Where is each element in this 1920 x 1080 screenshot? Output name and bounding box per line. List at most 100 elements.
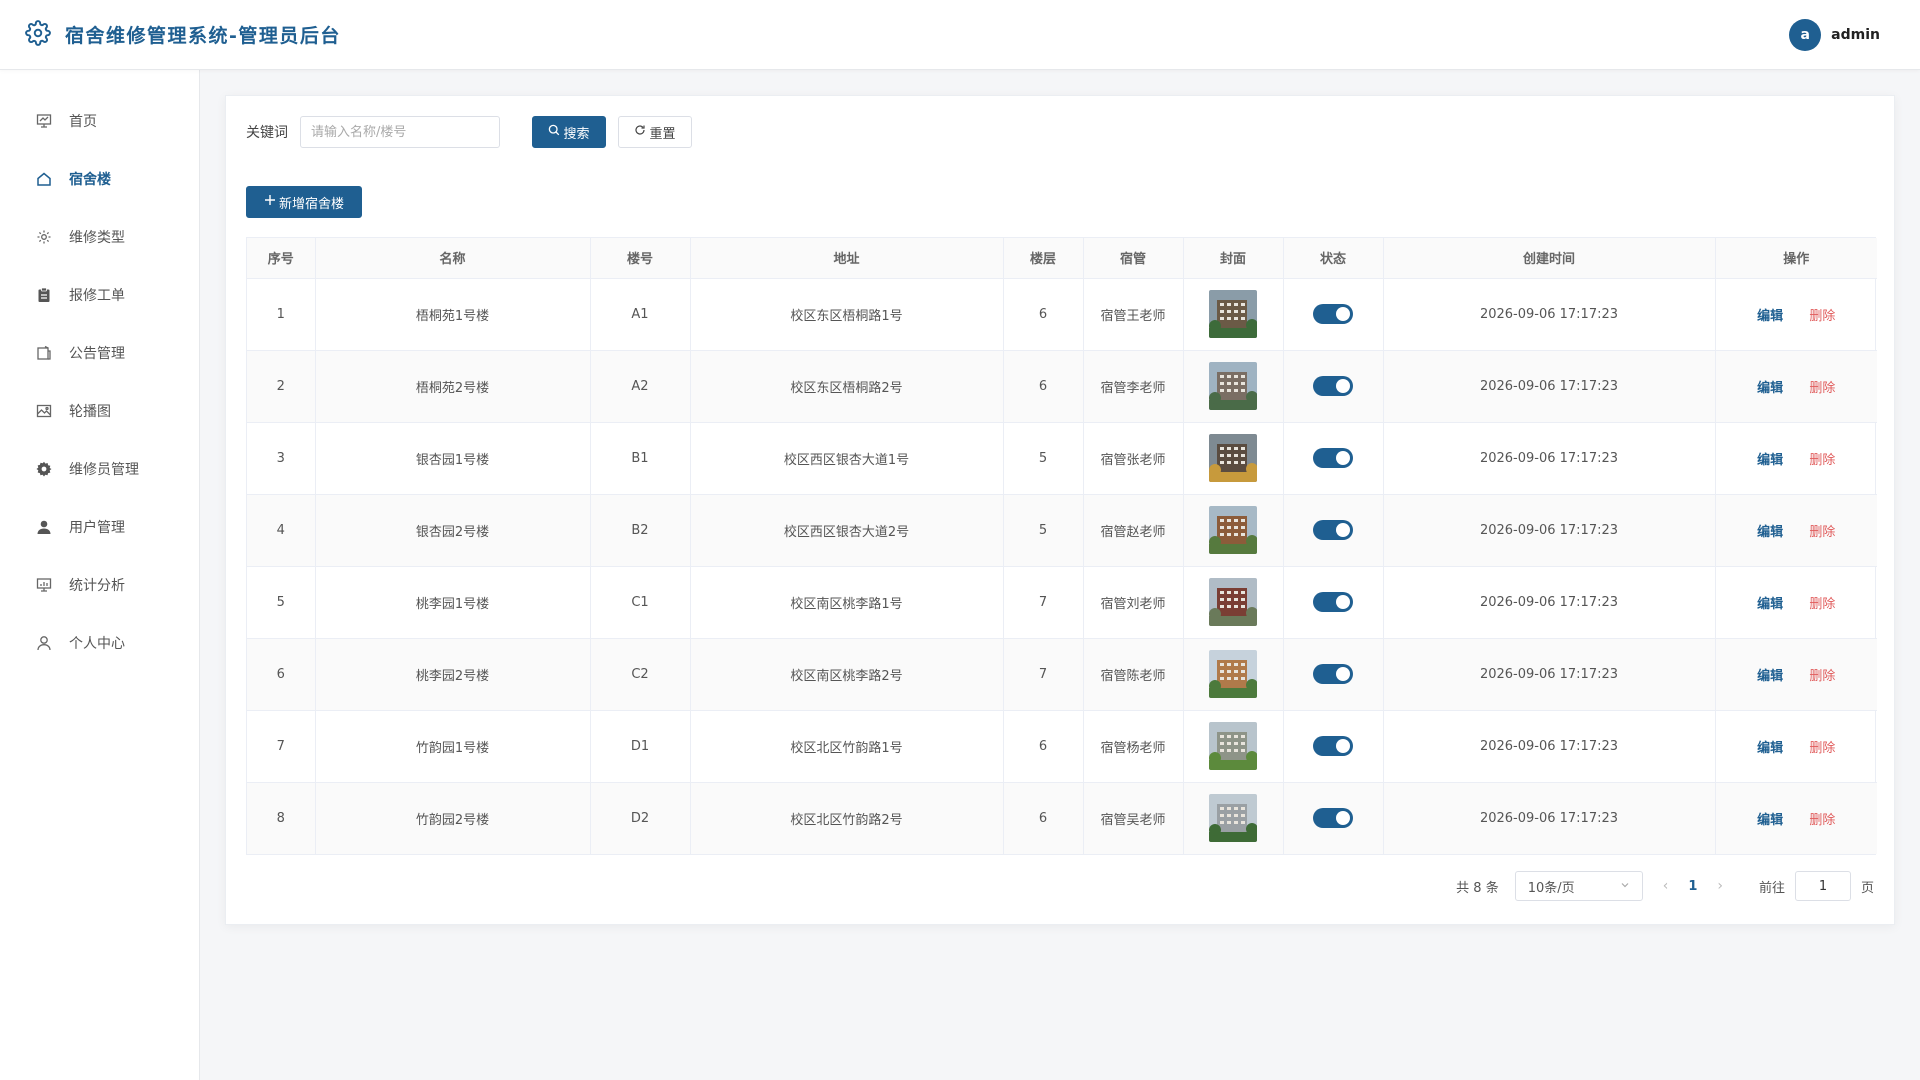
edit-button[interactable]: 编辑: [1757, 813, 1783, 828]
cell-manager: 宿管杨老师: [1083, 710, 1184, 783]
add-building-button[interactable]: 新增宿舍楼: [246, 186, 362, 218]
page-number-current[interactable]: 1: [1688, 879, 1697, 894]
status-toggle[interactable]: [1313, 664, 1353, 684]
notice-icon: [35, 344, 53, 362]
cover-thumbnail[interactable]: [1209, 794, 1257, 843]
cell-name: 梧桐苑1号楼: [315, 278, 591, 351]
table-row: 4 银杏园2号楼 B2 校区西区银杏大道2号 5 宿管赵老师 2026-09-0…: [247, 494, 1877, 567]
sidebar-item-work-orders[interactable]: 报修工单: [0, 266, 199, 324]
cell-created-time: 2026-09-06 17:17:23: [1383, 638, 1716, 711]
cell-actions: 编辑 删除: [1715, 638, 1877, 711]
search-bar: 关键词 搜索 重置: [246, 116, 692, 148]
cell-code: C2: [590, 638, 691, 711]
sidebar-item-repairman-management[interactable]: 维修员管理: [0, 440, 199, 498]
cell-status: [1283, 278, 1384, 351]
cell-floors: 5: [1003, 494, 1084, 567]
settings-icon: [35, 228, 53, 246]
status-toggle[interactable]: [1313, 592, 1353, 612]
cover-thumbnail[interactable]: [1209, 434, 1257, 482]
edit-button[interactable]: 编辑: [1757, 741, 1783, 756]
cover-thumbnail[interactable]: [1209, 578, 1257, 626]
table-row: 3 银杏园1号楼 B1 校区西区银杏大道1号 5 宿管张老师 2026-09-0…: [247, 422, 1877, 495]
cell-created-time: 2026-09-06 17:17:23: [1383, 782, 1716, 854]
cell-name: 银杏园2号楼: [315, 494, 591, 567]
cell-actions: 编辑 删除: [1715, 350, 1877, 423]
cell-created-time: 2026-09-06 17:17:23: [1383, 278, 1716, 351]
cell-floors: 6: [1003, 350, 1084, 423]
cell-index: 4: [247, 494, 316, 567]
cell-code: A1: [590, 278, 691, 351]
plus-icon: [264, 194, 276, 210]
sidebar-item-profile[interactable]: 个人中心: [0, 614, 199, 672]
prev-page-icon[interactable]: ‹: [1663, 878, 1669, 894]
user-filled-icon: [35, 518, 53, 536]
status-toggle[interactable]: [1313, 736, 1353, 756]
status-toggle[interactable]: [1313, 808, 1353, 829]
column-header: 名称: [315, 238, 591, 279]
status-toggle[interactable]: [1313, 304, 1353, 324]
cover-thumbnail[interactable]: [1209, 290, 1257, 338]
edit-button[interactable]: 编辑: [1757, 525, 1783, 540]
cell-index: 2: [247, 350, 316, 423]
cell-cover: [1183, 710, 1284, 783]
cell-manager: 宿管王老师: [1083, 278, 1184, 351]
sidebar-item-user-management[interactable]: 用户管理: [0, 498, 199, 556]
edit-button[interactable]: 编辑: [1757, 381, 1783, 396]
user-outline-icon: [35, 634, 53, 652]
cell-index: 6: [247, 638, 316, 711]
sidebar-item-home[interactable]: 首页: [0, 92, 199, 150]
edit-button[interactable]: 编辑: [1757, 453, 1783, 468]
column-header: 操作: [1715, 238, 1877, 279]
edit-button[interactable]: 编辑: [1757, 309, 1783, 324]
sidebar-item-statistics[interactable]: 统计分析: [0, 556, 199, 614]
sidebar-item-label: 用户管理: [69, 520, 125, 536]
delete-button[interactable]: 删除: [1809, 813, 1835, 828]
goto-page-input[interactable]: [1794, 871, 1851, 901]
cell-address: 校区东区梧桐路1号: [690, 278, 1004, 351]
page-size-value: 10条/页: [1527, 880, 1575, 896]
cell-code: A2: [590, 350, 691, 423]
next-page-icon[interactable]: ›: [1717, 878, 1723, 894]
delete-button[interactable]: 删除: [1809, 309, 1835, 324]
cell-cover: [1183, 350, 1284, 423]
username[interactable]: admin: [1831, 27, 1880, 43]
reset-button-label: 重置: [649, 126, 676, 142]
status-toggle[interactable]: [1313, 376, 1353, 396]
edit-button[interactable]: 编辑: [1757, 597, 1783, 612]
sidebar-item-announcements[interactable]: 公告管理: [0, 324, 199, 382]
cell-manager: 宿管赵老师: [1083, 494, 1184, 567]
status-toggle[interactable]: [1313, 520, 1353, 540]
table-row: 7 竹韵园1号楼 D1 校区北区竹韵路1号 6 宿管杨老师 2026-09-06…: [247, 710, 1877, 783]
table-row: 6 桃李园2号楼 C2 校区南区桃李路2号 7 宿管陈老师 2026-09-06…: [247, 638, 1877, 711]
cell-code: C1: [590, 566, 691, 639]
cell-index: 7: [247, 710, 316, 783]
cell-actions: 编辑 删除: [1715, 710, 1877, 783]
cell-manager: 宿管李老师: [1083, 350, 1184, 423]
status-toggle[interactable]: [1313, 448, 1353, 468]
sidebar-item-label: 公告管理: [69, 346, 125, 362]
cover-thumbnail[interactable]: [1209, 506, 1257, 554]
search-button[interactable]: 搜索: [532, 116, 606, 148]
avatar[interactable]: a: [1789, 18, 1822, 51]
delete-button[interactable]: 删除: [1809, 453, 1835, 468]
delete-button[interactable]: 删除: [1809, 381, 1835, 396]
sidebar-item-repair-type[interactable]: 维修类型: [0, 208, 199, 266]
edit-button[interactable]: 编辑: [1757, 669, 1783, 684]
cover-thumbnail[interactable]: [1209, 650, 1257, 698]
cell-name: 竹韵园1号楼: [315, 710, 591, 783]
sidebar-item-dorm-building[interactable]: 宿舍楼: [0, 150, 199, 208]
reset-button[interactable]: 重置: [618, 116, 692, 148]
cover-thumbnail[interactable]: [1209, 722, 1257, 770]
cell-actions: 编辑 删除: [1715, 422, 1877, 495]
delete-button[interactable]: 删除: [1809, 597, 1835, 612]
sidebar-item-carousel[interactable]: 轮播图: [0, 382, 199, 440]
delete-button[interactable]: 删除: [1809, 669, 1835, 684]
delete-button[interactable]: 删除: [1809, 741, 1835, 756]
delete-button[interactable]: 删除: [1809, 525, 1835, 540]
cell-created-time: 2026-09-06 17:17:23: [1383, 350, 1716, 423]
clipboard-icon: [35, 286, 53, 304]
keyword-input[interactable]: [300, 116, 500, 148]
page-size-select[interactable]: 10条/页: [1514, 871, 1643, 901]
user-menu[interactable]: a admin: [1789, 18, 1880, 51]
cover-thumbnail[interactable]: [1209, 362, 1257, 410]
